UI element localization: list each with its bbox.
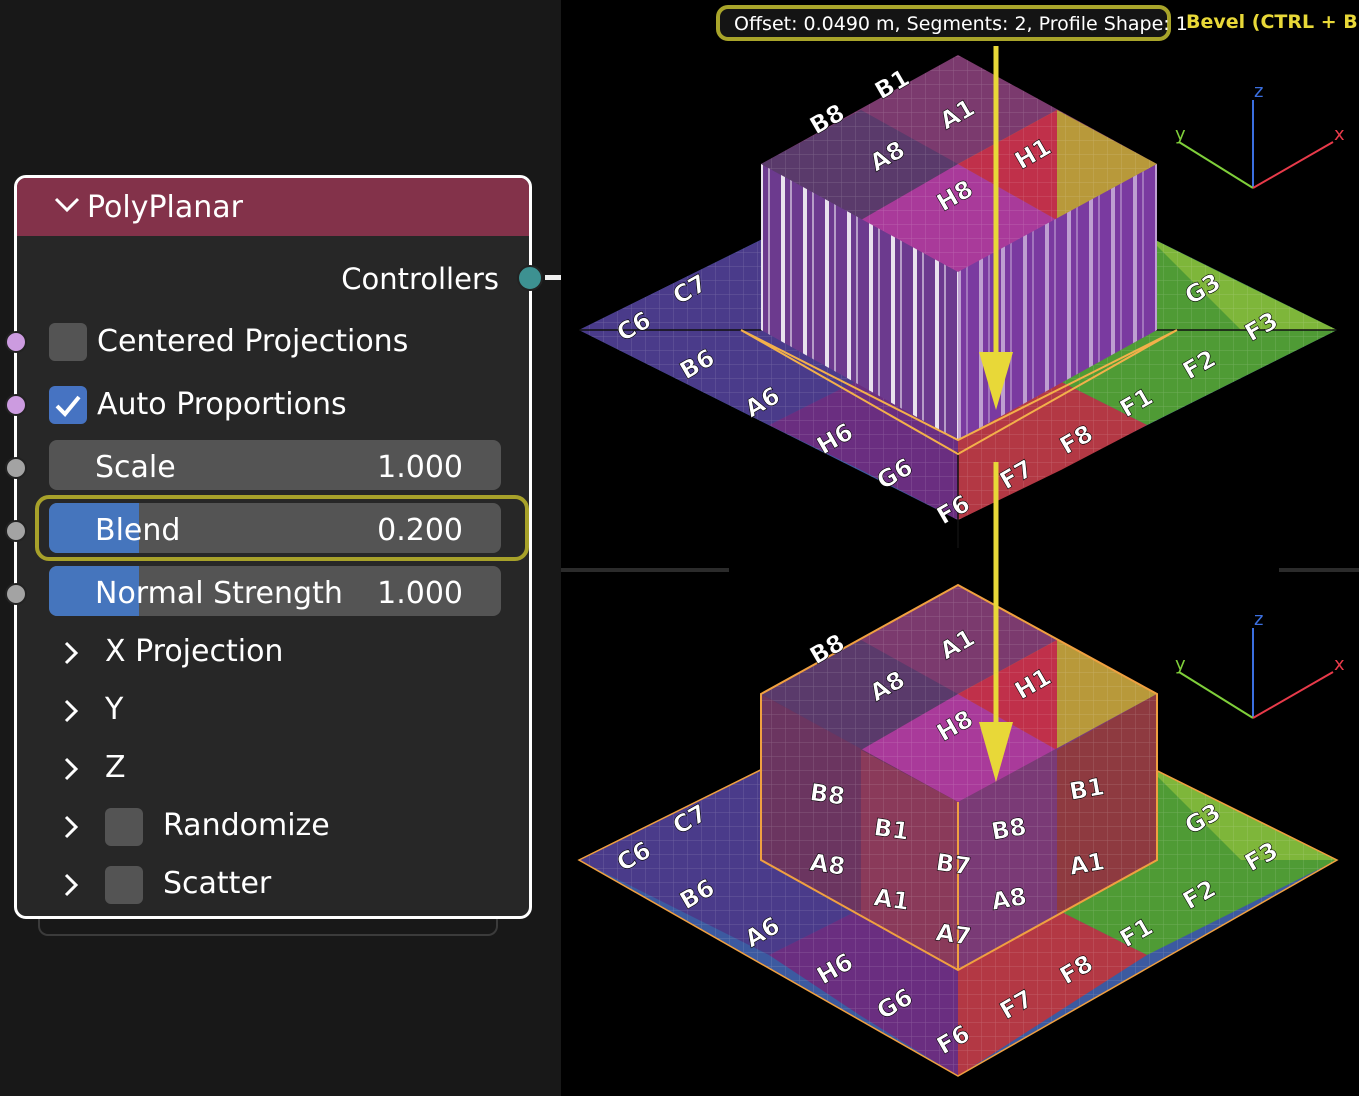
node-editor: PolyPlanar Controllers Centered Projecti… — [0, 0, 575, 1096]
blend-field[interactable]: Blend 0.200 — [49, 503, 501, 553]
node-title: PolyPlanar — [87, 190, 244, 225]
scatter-label: Scatter — [163, 866, 272, 901]
axis-z-label: z — [1254, 81, 1263, 102]
randomize-label: Randomize — [163, 808, 330, 843]
polyplanar-node[interactable]: PolyPlanar Controllers Centered Projecti… — [5, 175, 575, 919]
output-label: Controllers — [341, 262, 499, 296]
tile-label: B1 — [1067, 772, 1106, 806]
normal-strength-socket[interactable] — [5, 583, 27, 605]
scale-field[interactable]: Scale 1.000 — [49, 440, 501, 490]
tile-label: B7 — [934, 848, 973, 881]
auto-proportions-socket[interactable] — [5, 394, 27, 416]
normal-strength-field[interactable]: Normal Strength 1.000 — [49, 566, 501, 616]
blend-label: Blend — [95, 513, 181, 548]
chevron-right-icon[interactable] — [61, 698, 81, 724]
axis-gizmo-bottom: z y x — [1175, 609, 1345, 719]
scale-socket[interactable] — [5, 457, 27, 479]
scale-value: 1.000 — [377, 450, 463, 485]
axis-z-label: z — [1254, 609, 1263, 630]
3d-viewport[interactable]: A1 H1 A8 H8 B1 B8 C7 C6 B6 A6 H6 G6 F6 G… — [561, 0, 1359, 1096]
blend-socket[interactable] — [5, 520, 27, 542]
centered-projections-checkbox[interactable] — [49, 323, 87, 361]
scatter-checkbox[interactable] — [105, 866, 143, 904]
chevron-right-icon[interactable] — [61, 872, 81, 898]
axis-gizmo-top: z y x — [1175, 81, 1345, 189]
bevel-status-tooltip: Offset: 0.0490 m, Segments: 2, Profile S… — [716, 5, 1188, 41]
viewport-render: A1 H1 A8 H8 B1 B8 C7 C6 B6 A6 H6 G6 F6 G… — [577, 46, 1345, 1077]
axis-y-label: y — [1175, 124, 1186, 145]
bevel-status-text: Offset: 0.0490 m, Segments: 2, Profile S… — [734, 13, 1188, 35]
tile-label: B8 — [808, 778, 847, 811]
chevron-right-icon[interactable] — [61, 640, 81, 666]
auto-proportions-label: Auto Proportions — [97, 387, 347, 422]
tile-label: A8 — [808, 848, 847, 881]
axis-x-label: x — [1334, 124, 1345, 145]
tile-label: A1 — [872, 883, 911, 916]
checkmark-icon — [55, 395, 81, 417]
blend-value: 0.200 — [377, 513, 463, 548]
x-projection-label[interactable]: X Projection — [105, 634, 283, 669]
normal-strength-label: Normal Strength — [95, 576, 343, 611]
tile-label: A7 — [934, 918, 973, 951]
normal-strength-value: 1.000 — [377, 576, 463, 611]
bevel-operation-label: Bevel (CTRL + B) — [1186, 11, 1359, 33]
controllers-output-socket[interactable] — [517, 265, 543, 291]
y-panel-label[interactable]: Y — [105, 692, 123, 727]
chevron-right-icon[interactable] — [61, 756, 81, 782]
node-header[interactable]: PolyPlanar — [17, 178, 529, 236]
randomize-checkbox[interactable] — [105, 808, 143, 846]
tile-label: B8 — [989, 812, 1028, 846]
z-panel-label[interactable]: Z — [105, 750, 126, 785]
axis-x-label: x — [1334, 654, 1345, 675]
centered-projections-socket[interactable] — [5, 331, 27, 353]
auto-proportions-checkbox[interactable] — [49, 386, 87, 424]
scale-label: Scale — [95, 450, 176, 485]
chevron-down-icon[interactable] — [53, 194, 81, 216]
axis-y-label: y — [1175, 654, 1186, 675]
viewport-divider — [561, 568, 729, 572]
chevron-right-icon[interactable] — [61, 814, 81, 840]
centered-projections-label: Centered Projections — [97, 324, 409, 359]
tile-label: B1 — [872, 813, 911, 846]
viewport-divider — [1279, 568, 1359, 572]
